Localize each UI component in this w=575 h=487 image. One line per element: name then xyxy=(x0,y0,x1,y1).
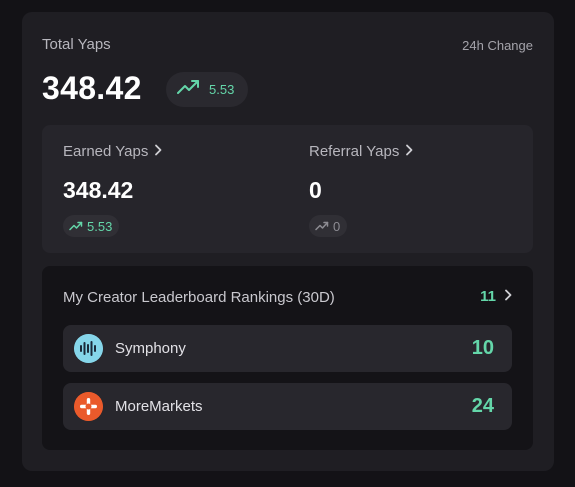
total-yaps-value: 348.42 xyxy=(42,70,142,106)
total-change-badge: 5.53 xyxy=(166,72,248,107)
leaderboard-row[interactable]: MoreMarkets 24 xyxy=(63,383,512,430)
leaderboard-title: My Creator Leaderboard Rankings (30D) xyxy=(63,289,335,306)
moremarkets-logo-icon xyxy=(74,392,103,421)
trending-up-icon xyxy=(69,219,83,234)
symphony-logo-icon xyxy=(74,334,103,363)
referral-yaps-label: Referral Yaps xyxy=(309,143,400,160)
chevron-right-icon[interactable] xyxy=(405,143,413,160)
trending-up-icon xyxy=(177,79,201,100)
earned-change-badge: 5.53 xyxy=(63,215,120,237)
leaderboard-row-rank: 10 xyxy=(471,337,494,359)
referral-yaps-value: 0 xyxy=(309,177,322,203)
earned-yaps-label: Earned Yaps xyxy=(63,143,149,160)
leaderboard-count: 11 xyxy=(480,288,496,305)
leaderboard-row-name: MoreMarkets xyxy=(115,398,203,415)
earned-change-value: 5.53 xyxy=(87,218,113,234)
referral-change-badge: 0 xyxy=(309,215,348,237)
chevron-right-icon[interactable] xyxy=(154,143,162,160)
leaderboard-row[interactable]: Symphony 10 xyxy=(63,325,512,372)
yaps-card: Total Yaps 24h Change 348.42 5.53 Earned… xyxy=(22,12,554,471)
leaderboard-count-link[interactable]: 11 xyxy=(480,288,512,305)
change-24h-label: 24h Change xyxy=(462,38,533,53)
trending-up-icon xyxy=(315,219,329,234)
total-yaps-label: Total Yaps xyxy=(42,36,111,53)
yaps-breakdown-panel: Earned Yaps 348.42 5.53 Referral Yaps 0 … xyxy=(42,125,533,253)
leaderboard-row-name: Symphony xyxy=(115,340,186,357)
leaderboard-row-rank: 24 xyxy=(471,395,494,417)
leaderboard-panel: My Creator Leaderboard Rankings (30D) 11… xyxy=(42,266,533,450)
total-change-value: 5.53 xyxy=(209,82,235,97)
referral-change-value: 0 xyxy=(333,218,341,234)
chevron-right-icon xyxy=(504,288,512,305)
earned-yaps-value: 348.42 xyxy=(63,177,134,203)
